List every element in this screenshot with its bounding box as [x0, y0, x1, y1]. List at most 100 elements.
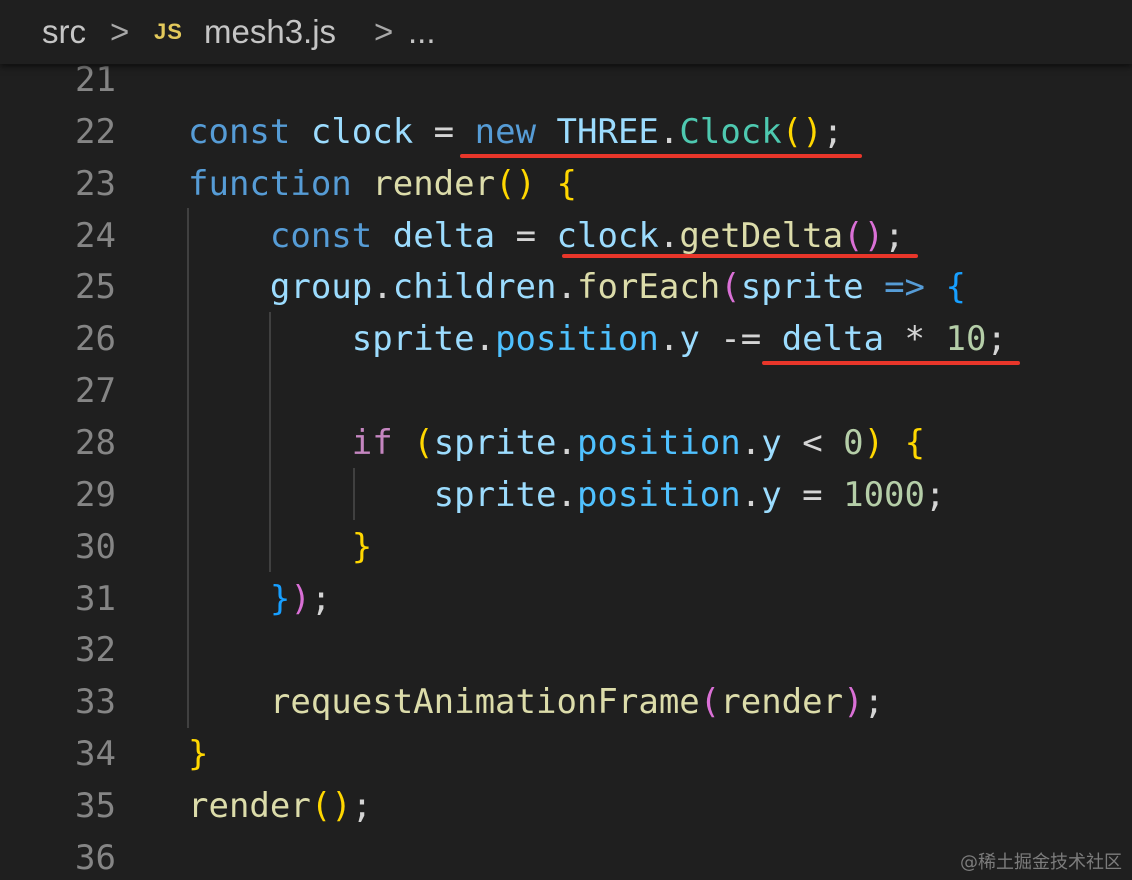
- code-token: ;: [884, 215, 905, 256]
- code-token: =: [495, 215, 557, 256]
- code-token: THREE: [556, 111, 659, 152]
- code-token: .: [740, 422, 762, 463]
- code-line[interactable]: const delta = clock.getDelta();: [188, 216, 905, 256]
- breadcrumb-ellipsis[interactable]: ...: [408, 13, 436, 51]
- code-token: forEach: [576, 267, 721, 308]
- code-token: ;: [925, 474, 946, 515]
- code-line[interactable]: }: [188, 734, 208, 774]
- code-line[interactable]: requestAnimationFrame(render);: [188, 682, 884, 722]
- code-token: 10: [945, 319, 987, 360]
- code-line[interactable]: if (sprite.position.y < 0) {: [188, 423, 925, 463]
- javascript-file-icon: JS: [154, 19, 183, 44]
- line-number: 36: [75, 837, 116, 878]
- line-number: 32: [75, 630, 116, 671]
- code-token: (: [720, 267, 741, 308]
- breadcrumb-file[interactable]: mesh3.js: [204, 13, 336, 51]
- code-token: render: [188, 785, 311, 826]
- line-number: 33: [75, 682, 116, 723]
- code-token: clock: [310, 111, 414, 152]
- code-token: getDelta: [679, 215, 844, 256]
- code-token: .: [556, 267, 577, 308]
- code-token: .: [658, 319, 680, 360]
- line-number: 34: [75, 734, 116, 775]
- line-number: 23: [75, 163, 116, 204]
- code-line[interactable]: const clock = new THREE.Clock();: [188, 112, 843, 152]
- line-number: 24: [75, 215, 116, 256]
- code-token: (): [781, 111, 823, 152]
- breadcrumb: src > JS mesh3.js > ...: [0, 0, 1132, 64]
- code-token: ;: [822, 111, 844, 152]
- line-number: 22: [75, 111, 116, 152]
- code-token: =: [413, 111, 475, 152]
- line-number: 35: [75, 785, 116, 826]
- line-number: 27: [75, 371, 116, 412]
- line-number: 26: [75, 319, 116, 360]
- breadcrumb-folder[interactable]: src: [42, 13, 86, 51]
- code-token: new: [474, 111, 537, 152]
- code-token: .: [658, 111, 680, 152]
- code-token: .: [556, 474, 577, 515]
- code-token: ;: [351, 785, 373, 826]
- code-line[interactable]: function render() {: [188, 164, 577, 204]
- code-token: -=: [699, 319, 782, 360]
- line-number: 21: [75, 64, 116, 100]
- code-token: const: [188, 111, 291, 152]
- code-token: ): [863, 422, 885, 463]
- code-token: {: [904, 422, 926, 463]
- code-token: if: [351, 422, 393, 463]
- code-token: {: [945, 267, 966, 308]
- code-token: =>: [884, 267, 926, 308]
- code-token: sprite: [351, 319, 475, 360]
- code-token: group: [269, 267, 373, 308]
- code-token: .: [474, 319, 496, 360]
- code-token: .: [556, 422, 577, 463]
- line-number: 30: [75, 526, 116, 567]
- code-token: delta: [392, 215, 496, 256]
- code-token: <: [781, 422, 844, 463]
- code-token: position: [577, 422, 741, 463]
- code-token: =: [781, 474, 844, 515]
- line-number: 28: [75, 422, 116, 463]
- code-token: y: [761, 474, 782, 515]
- code-token: (): [310, 785, 352, 826]
- code-token: (): [495, 163, 537, 204]
- code-token: }: [269, 578, 291, 619]
- code-token: position: [495, 319, 659, 360]
- code-line[interactable]: render();: [188, 786, 372, 826]
- code-token: Clock: [679, 111, 782, 152]
- code-token: ;: [863, 682, 885, 723]
- code-editor[interactable]: 21 22 const clock = new THREE.Clock(); 23 fu…: [0, 64, 1132, 880]
- code-token: (: [413, 422, 434, 463]
- code-token: render: [372, 163, 496, 204]
- code-token: 1000: [843, 474, 925, 515]
- code-line[interactable]: });: [188, 579, 331, 619]
- code-token: }: [188, 734, 209, 775]
- code-line[interactable]: sprite.position.y = 1000;: [188, 474, 946, 515]
- code-token: (): [843, 215, 885, 256]
- code-token: .: [740, 474, 762, 515]
- code-token: children: [392, 267, 557, 308]
- code-line[interactable]: sprite.position.y -= delta * 10;: [188, 319, 1007, 359]
- watermark: @稀土掘金技术社区: [960, 852, 1122, 873]
- code-token: sprite: [740, 267, 864, 308]
- code-token: *: [884, 319, 946, 360]
- code-token: clock: [556, 215, 659, 256]
- code-token: .: [372, 267, 393, 308]
- code-token: requestAnimationFrame: [269, 682, 700, 723]
- annotation-underline: [762, 361, 1020, 365]
- code-line[interactable]: }: [188, 527, 372, 567]
- code-token: delta: [781, 319, 885, 360]
- code-line[interactable]: group.children.forEach(sprite => {: [188, 267, 966, 307]
